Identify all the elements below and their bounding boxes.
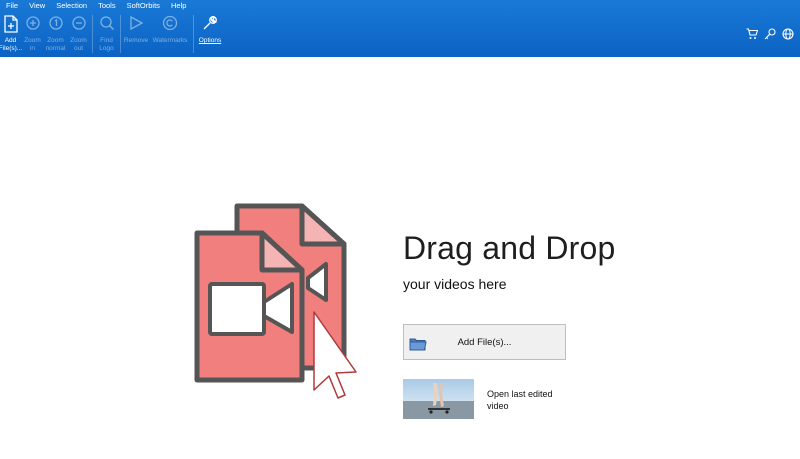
top-right-icons: [746, 27, 794, 40]
menu-file[interactable]: File: [0, 0, 23, 11]
options-button[interactable]: Options: [196, 12, 224, 56]
find-logo-button[interactable]: Find Logo: [95, 12, 118, 56]
wrench-icon: [203, 16, 217, 30]
zoom-in-icon: [25, 16, 40, 30]
menu-bar: File View Selection Tools SoftOrbits Hel…: [0, 0, 191, 11]
copyright-icon: [162, 15, 178, 31]
open-last-label: Open last edited video: [487, 389, 553, 411]
add-files-main-button[interactable]: Add File(s)...: [403, 324, 566, 360]
drag-drop-video-files-icon: [194, 203, 357, 399]
menu-help[interactable]: Help: [165, 0, 191, 11]
open-last-edited-video[interactable]: Open last edited video: [403, 379, 567, 419]
menu-selection[interactable]: Selection: [50, 0, 92, 11]
key-icon[interactable]: [764, 27, 776, 40]
video-thumbnail: [403, 379, 474, 419]
zoom-out-button[interactable]: Zoom out: [67, 12, 90, 56]
toolbar: Add File(s)... Zoom in Zoom normal Zoom …: [0, 12, 224, 56]
menu-tools[interactable]: Tools: [92, 0, 121, 11]
cart-icon[interactable]: [746, 27, 759, 39]
globe-icon[interactable]: [782, 27, 794, 40]
ribbon: File View Selection Tools SoftOrbits Hel…: [0, 0, 800, 57]
menu-view[interactable]: View: [23, 0, 50, 11]
zoom-normal-icon: [48, 16, 63, 30]
watermarks-label: Watermarks: [152, 37, 188, 44]
toolbar-separator: [193, 15, 194, 53]
play-icon: [130, 15, 144, 31]
menu-softorbits[interactable]: SoftOrbits: [121, 0, 165, 11]
search-icon: [99, 16, 114, 31]
folder-icon: [409, 338, 427, 351]
zoom-out-icon: [71, 16, 86, 30]
watermarks-button[interactable]: Watermarks: [149, 12, 191, 56]
zoom-out-label: Zoom out: [70, 37, 87, 52]
page-title: Drag and Drop: [403, 230, 616, 266]
add-files-main-label: Add File(s)...: [457, 336, 512, 348]
remove-button[interactable]: Remove: [123, 12, 149, 56]
add-file-icon: [3, 15, 18, 33]
page-subtitle: your videos here: [403, 276, 507, 292]
find-logo-label: Find Logo: [99, 37, 114, 52]
options-label: Options: [198, 37, 222, 44]
